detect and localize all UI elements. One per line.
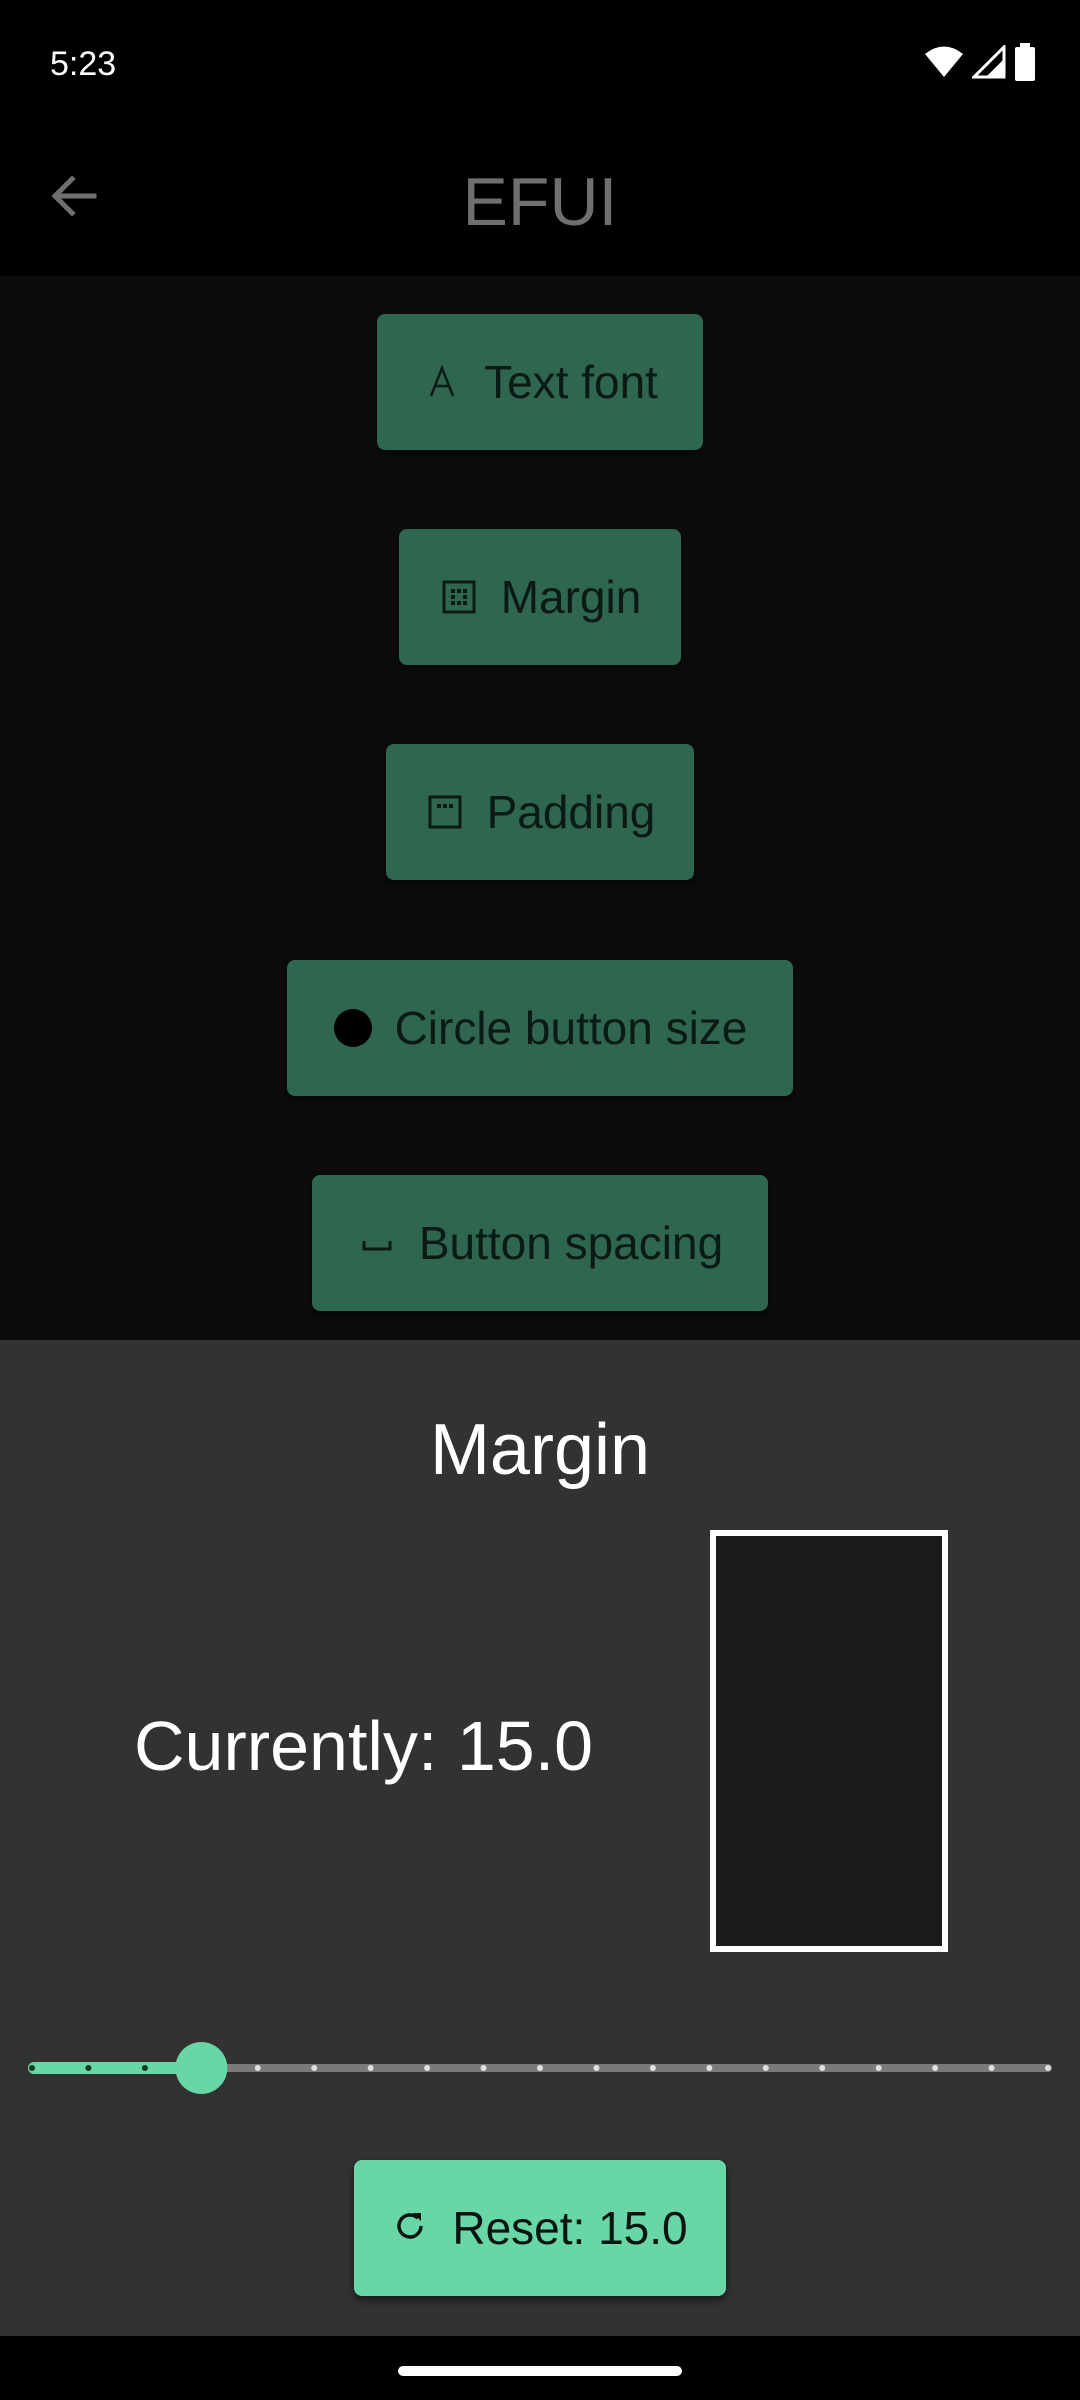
text-font-label: Text font [484,356,658,408]
slider-tick [480,2065,487,2071]
refresh-icon [392,2201,428,2255]
back-button[interactable] [34,158,114,238]
slider-thumb[interactable] [175,2042,228,2094]
circle-icon [333,1008,373,1048]
status-time: 5:23 [50,45,117,83]
slider-tick [254,2065,261,2071]
slider-tick [988,2065,995,2071]
slider-tick [424,2065,431,2071]
text-font-button[interactable]: Text font [377,314,703,450]
slider-tick [819,2065,826,2071]
slider-tick [367,2065,374,2071]
padding-icon [425,792,465,832]
button-spacing-label: Button spacing [418,1217,724,1269]
sheet-title: Margin [429,1410,651,1490]
margin-settings-sheet: Margin Currently: 15.0 Reset: 15.0 [0,1340,1080,2336]
slider-tick [593,2065,600,2071]
slider-tick [706,2065,713,2071]
slider-tick [875,2065,882,2071]
status-bar: 5:23 [0,0,1080,128]
screen: 5:23 EFUI Text font Margin Padding Circl… [0,0,1080,2400]
circle-button-size-button[interactable]: Circle button size [287,960,793,1096]
padding-label: Padding [486,786,656,838]
current-value-text: Currently: 15.0 [134,1707,594,1785]
slider-tick [932,2065,939,2071]
margin-button[interactable]: Margin [399,529,681,665]
home-gesture-handle[interactable] [398,2366,682,2376]
reset-button[interactable]: Reset: 15.0 [354,2160,726,2296]
margin-icon [439,577,479,617]
slider-tick [537,2065,543,2071]
padding-button[interactable]: Padding [386,744,694,880]
options-list: Text font Margin Padding Circle button s… [0,276,1080,1340]
space-bar-icon [357,1223,397,1263]
slider-tick [762,2065,769,2071]
status-icons [924,40,1036,88]
slider-tick [1045,2065,1051,2071]
margin-slider[interactable] [28,2040,1052,2096]
button-spacing-button[interactable]: Button spacing [312,1175,768,1311]
navigation-bar [0,2336,1080,2400]
slider-tick [141,2065,148,2071]
reset-label: Reset: 15.0 [452,2202,688,2254]
slider-tick [311,2065,318,2071]
app-bar: EFUI [0,128,1080,276]
signal-icon [970,42,1006,84]
margin-label: Margin [500,571,642,623]
margin-preview-box [710,1530,948,1952]
wifi-icon [924,45,964,84]
slider-tick [649,2065,656,2071]
font-icon [422,362,462,402]
battery-icon [1014,42,1036,86]
arrow-left-icon [48,170,100,227]
circle-button-size-label: Circle button size [394,1002,748,1054]
slider-tick [29,2065,35,2071]
app-title: EFUI [462,164,618,240]
slider-tick [85,2065,92,2071]
